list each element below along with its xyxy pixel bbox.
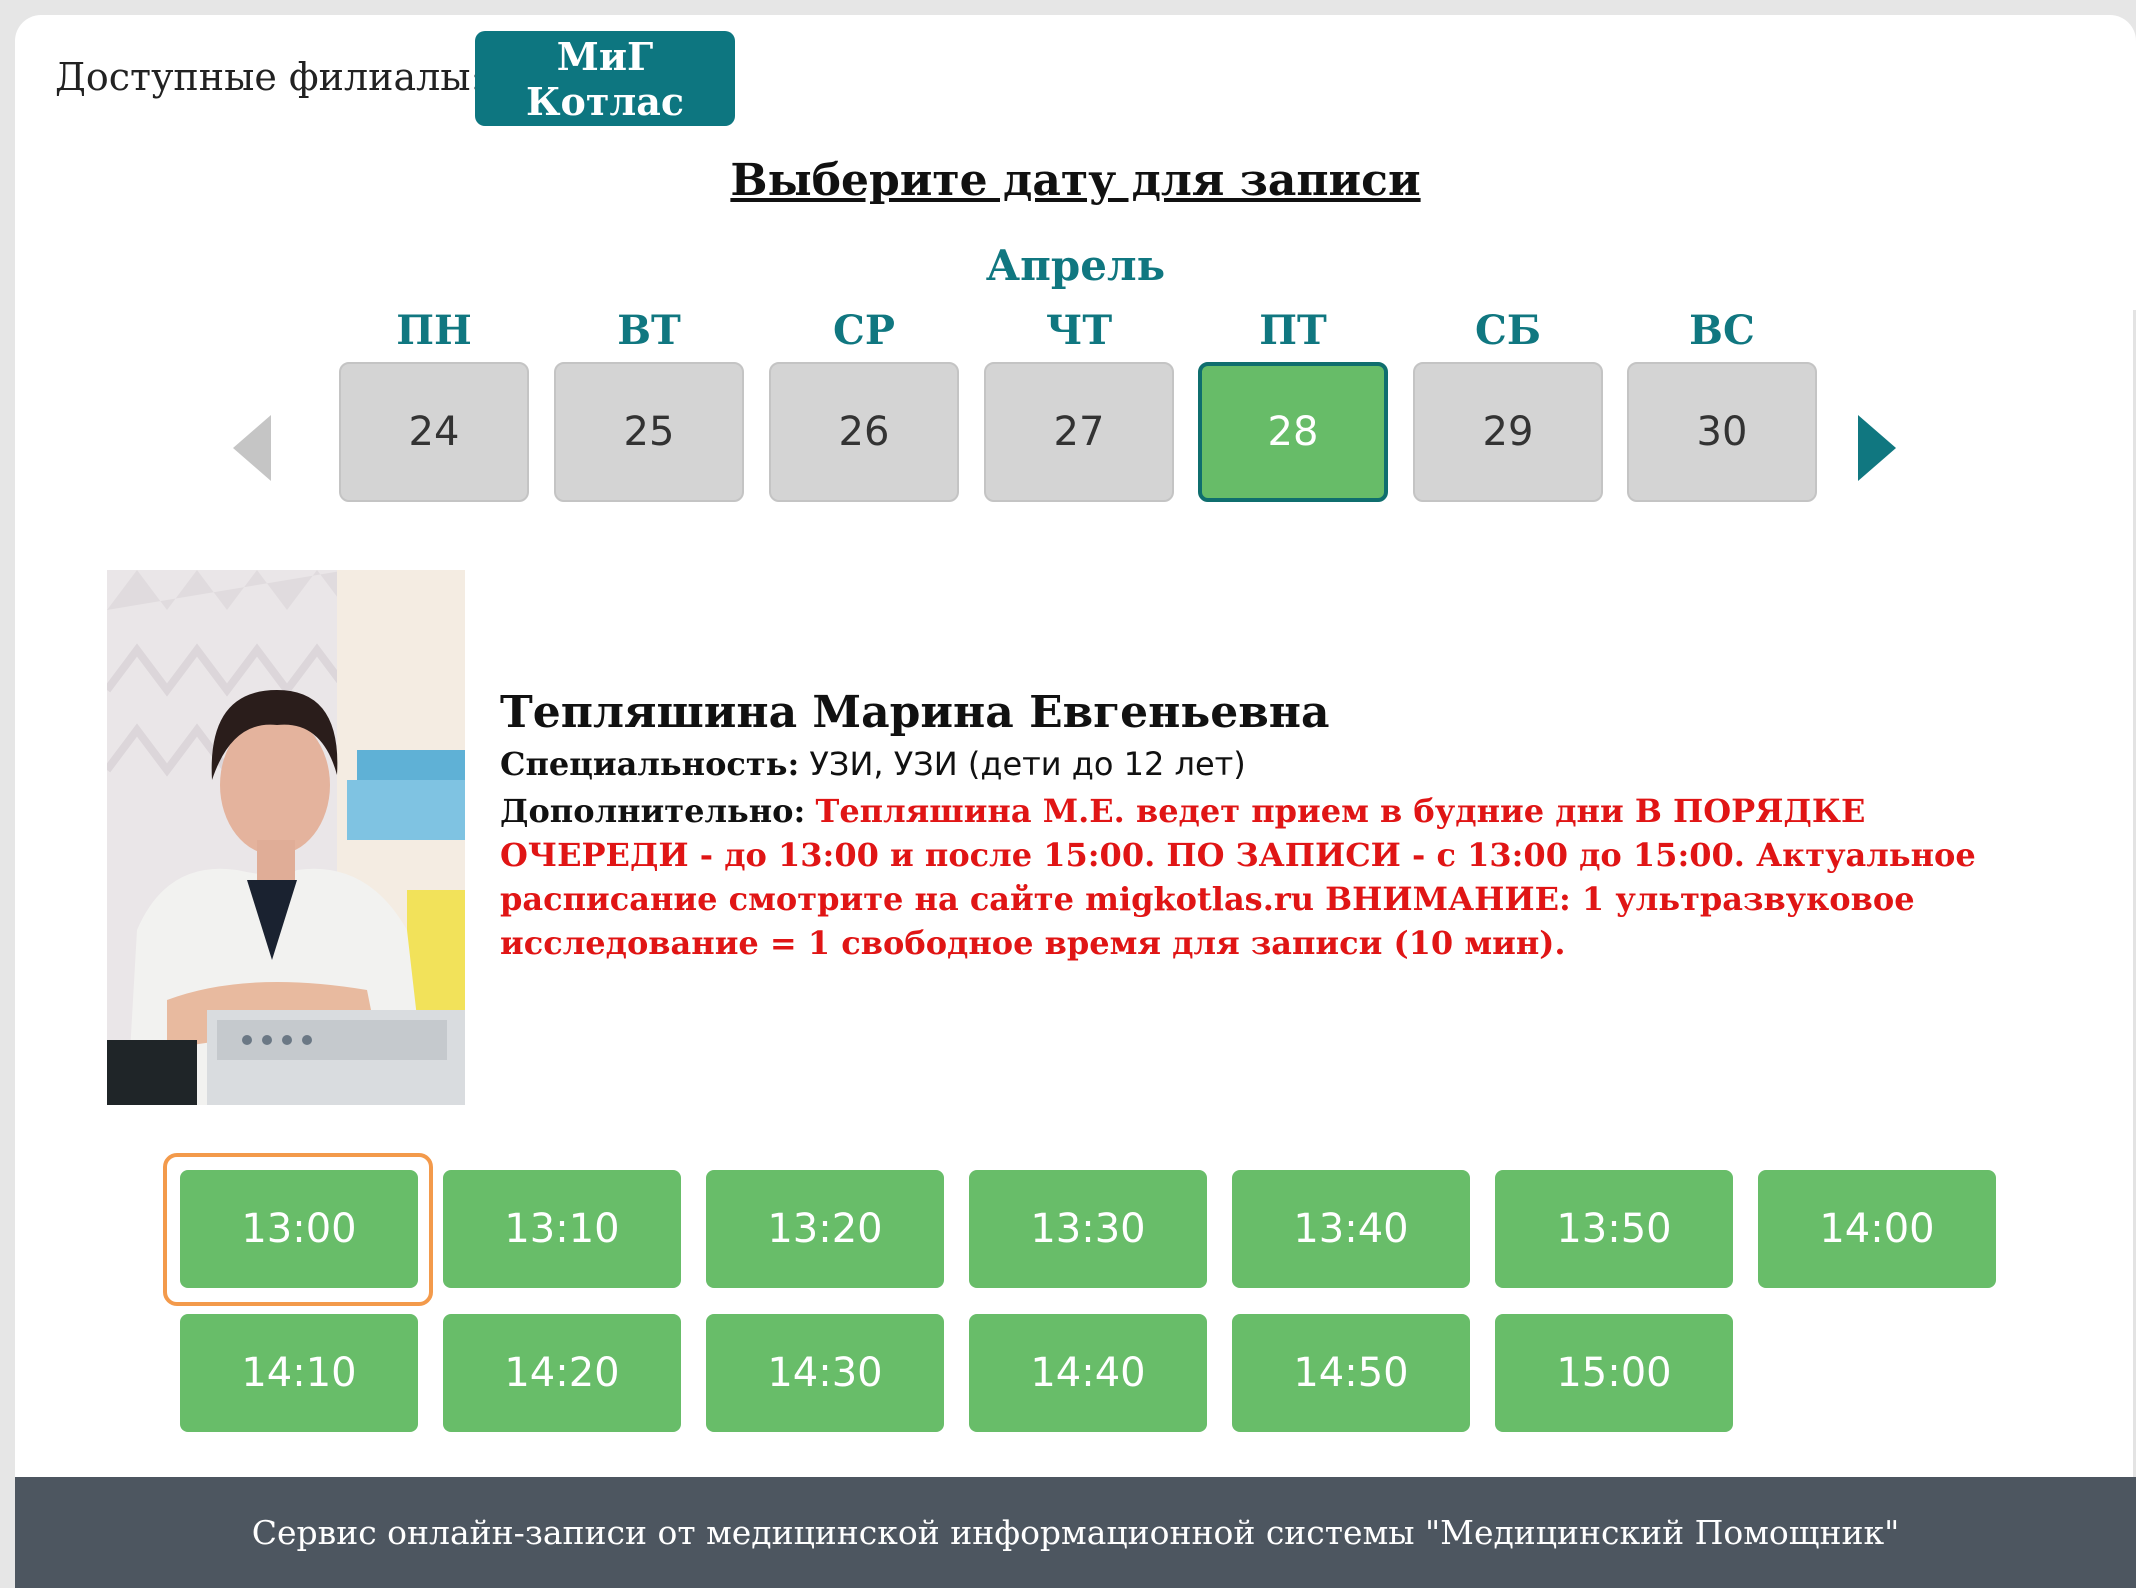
branches-label: Доступные филиалы: <box>55 55 484 99</box>
date-button-selected[interactable]: 28 <box>1198 362 1388 502</box>
time-slot-button[interactable]: 15:00 <box>1495 1314 1733 1432</box>
additional-label: Дополнительно: <box>500 792 806 830</box>
footer: Сервис онлайн-записи от медицинской инфо… <box>15 1477 2136 1588</box>
time-slot-button[interactable]: 14:50 <box>1232 1314 1470 1432</box>
time-slot-button[interactable]: 14:30 <box>706 1314 944 1432</box>
doctor-name: Тепляшина Марина Евгеньевна <box>500 687 1330 738</box>
day-of-week-label: ПН <box>396 307 472 354</box>
booking-card: Доступные филиалы: МиГ Котлас Выберите д… <box>15 15 2136 1588</box>
date-button[interactable]: 30 <box>1627 362 1817 502</box>
doctor-specialty: Специальность: УЗИ, УЗИ (дети до 12 лет) <box>500 745 1246 783</box>
time-slot-button[interactable]: 14:10 <box>180 1314 418 1432</box>
time-slot-button[interactable]: 13:00 <box>180 1170 418 1288</box>
calendar-month: Апрель <box>985 241 1166 290</box>
time-slot-button[interactable]: 14:20 <box>443 1314 681 1432</box>
time-slot-button[interactable]: 13:10 <box>443 1170 681 1288</box>
day-of-week-label: ВС <box>1689 307 1755 354</box>
day-of-week-label: СБ <box>1474 307 1541 354</box>
specialty-label: Специальность: <box>500 745 800 783</box>
branch-button-mig-kotlas[interactable]: МиГ Котлас <box>475 31 735 126</box>
time-slot-button[interactable]: 13:40 <box>1232 1170 1470 1288</box>
day-of-week-label: ВТ <box>617 307 681 354</box>
time-slot-button[interactable]: 13:30 <box>969 1170 1207 1288</box>
time-slot-button[interactable]: 13:50 <box>1495 1170 1733 1288</box>
time-slot-button[interactable]: 14:40 <box>969 1314 1207 1432</box>
page-title: Выберите дату для записи <box>730 155 1421 206</box>
time-slot-button[interactable]: 14:00 <box>1758 1170 1996 1288</box>
date-button[interactable]: 29 <box>1413 362 1603 502</box>
day-of-week-label: ЧТ <box>1045 307 1113 354</box>
doctor-additional-info: Дополнительно: Тепляшина М.Е. ведет прие… <box>500 789 2000 965</box>
date-button[interactable]: 24 <box>339 362 529 502</box>
triangle-left-icon[interactable] <box>233 415 271 481</box>
triangle-right-icon[interactable] <box>1858 415 1896 481</box>
date-button[interactable]: 27 <box>984 362 1174 502</box>
time-slot-button[interactable]: 13:20 <box>706 1170 944 1288</box>
footer-text: Сервис онлайн-записи от медицинской инфо… <box>251 1513 1900 1552</box>
date-button[interactable]: 25 <box>554 362 744 502</box>
day-of-week-label: СР <box>833 307 895 354</box>
specialty-value: УЗИ, УЗИ (дети до 12 лет) <box>809 745 1246 783</box>
doctor-photo <box>107 570 465 1105</box>
day-of-week-label: ПТ <box>1259 307 1327 354</box>
date-button[interactable]: 26 <box>769 362 959 502</box>
